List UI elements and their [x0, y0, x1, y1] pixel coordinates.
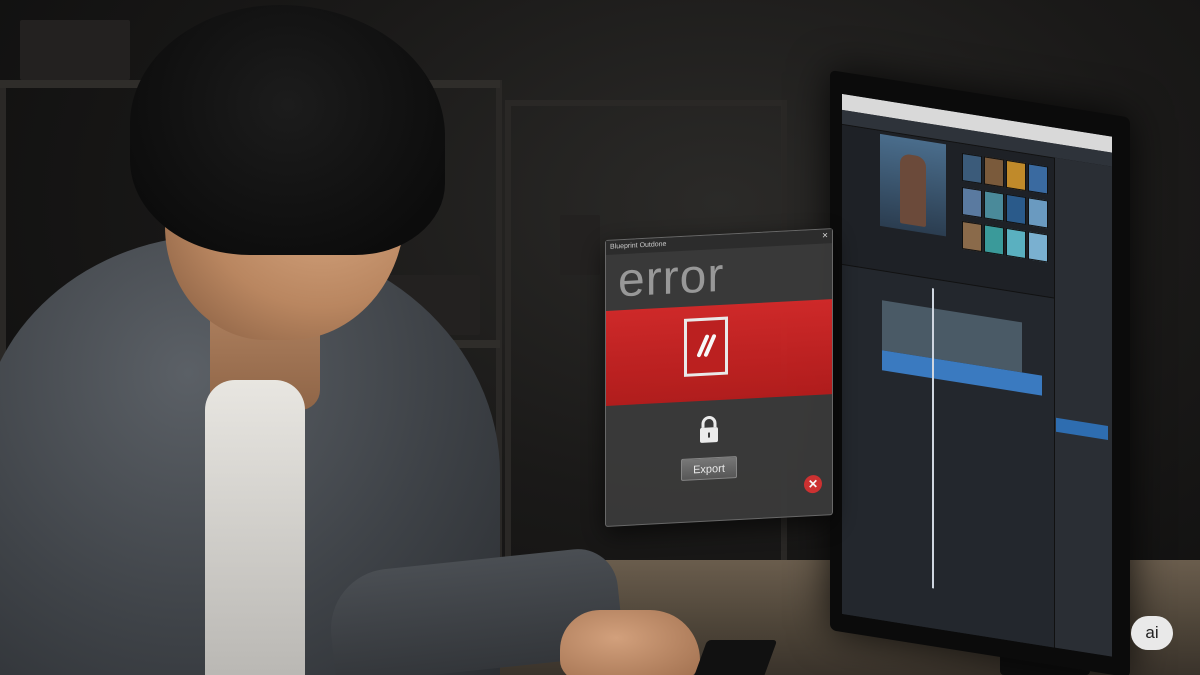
keyboard	[692, 640, 778, 675]
shelf-box	[20, 20, 130, 80]
ai-watermark: ai	[1131, 616, 1173, 650]
media-thumbnail	[1028, 231, 1048, 263]
timeline-playhead	[932, 288, 934, 589]
media-thumbnail	[962, 186, 982, 219]
error-circle-icon[interactable]: ✕	[804, 474, 822, 494]
media-thumbnail	[962, 220, 982, 253]
media-thumbnail	[962, 152, 982, 185]
media-thumbnail	[984, 190, 1004, 222]
hand-on-keyboard	[560, 610, 700, 675]
media-thumbnail	[984, 224, 1004, 256]
monitor	[830, 70, 1130, 675]
media-thumbnail	[1006, 159, 1026, 192]
white-tshirt	[205, 380, 305, 675]
close-icon[interactable]: ×	[822, 229, 828, 243]
error-heading: error	[618, 248, 725, 308]
error-banner	[606, 299, 832, 406]
video-editor-screen	[842, 93, 1112, 657]
preview-figure	[900, 153, 926, 228]
media-thumbnail	[1028, 163, 1048, 195]
photo-scene: Blueprint Outdone × error Export ✕ ai	[0, 0, 1200, 675]
export-button[interactable]: Export	[681, 456, 737, 482]
media-thumbnail	[1006, 193, 1026, 226]
error-dialog: Blueprint Outdone × error Export ✕	[605, 228, 833, 527]
lock-icon	[698, 415, 720, 449]
speaker	[560, 215, 600, 275]
media-thumbnail	[1006, 227, 1026, 260]
media-thumbnail	[1028, 197, 1048, 229]
media-thumbnail	[984, 156, 1004, 188]
properties-panel	[1054, 157, 1112, 657]
dialog-title: Blueprint Outdone	[610, 240, 667, 251]
no-entry-icon	[684, 316, 728, 377]
